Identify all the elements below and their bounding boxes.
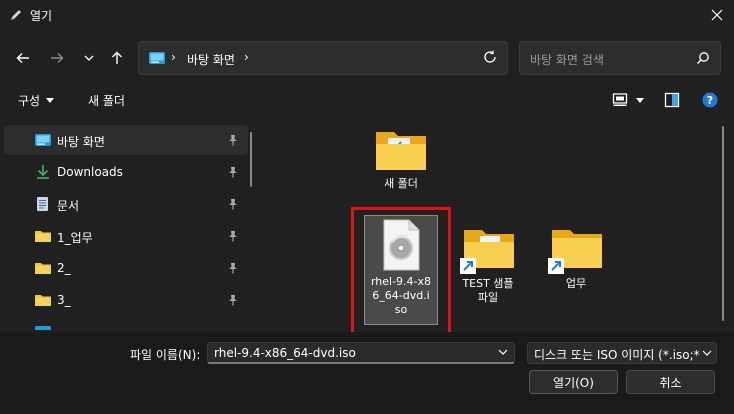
pin-icon[interactable] <box>228 230 238 242</box>
cancel-button[interactable]: 취소 <box>626 370 715 394</box>
file-label-line-2: 파일 <box>477 291 499 304</box>
search-icon[interactable] <box>696 51 710 65</box>
breadcrumb-separator[interactable]: › <box>244 50 249 64</box>
sidebar-item-partial[interactable] <box>4 317 248 330</box>
filename-input[interactable]: rhel-9.4-x86_64-dvd.iso <box>207 342 515 364</box>
sidebar-item-label: 3_ <box>57 293 71 307</box>
pin-icon[interactable] <box>228 262 238 274</box>
new-folder-button[interactable]: 새 폴더 <box>88 92 125 109</box>
desktop-icon <box>35 134 51 146</box>
sidebar-item-label: 바탕 화면 <box>57 135 105 149</box>
desktop-icon <box>149 52 165 64</box>
sidebar-item-work-folder[interactable]: 1_업무 <box>4 221 248 251</box>
organize-button[interactable]: 구성 <box>18 92 55 109</box>
close-button[interactable] <box>700 0 734 30</box>
desktop-icon <box>35 326 51 330</box>
title-bar: 열기 <box>0 0 734 30</box>
search-placeholder: 바탕 화면 검색 <box>530 53 604 67</box>
sidebar-item-documents[interactable]: 문서 <box>4 189 248 219</box>
forward-button[interactable] <box>46 46 68 70</box>
filename-value: rhel-9.4-x86_64-dvd.iso <box>214 346 356 360</box>
pin-icon[interactable] <box>228 166 238 178</box>
close-icon <box>711 9 723 21</box>
command-bar: 구성 새 폴더 ? <box>0 86 734 116</box>
pin-icon[interactable] <box>228 134 238 146</box>
chevron-down-icon <box>702 347 712 359</box>
search-box[interactable]: 바탕 화면 검색 <box>519 41 721 75</box>
preview-pane-icon[interactable] <box>664 92 680 108</box>
arrow-right-icon <box>51 53 64 63</box>
pen-icon <box>11 10 21 20</box>
file-view-scrollbar[interactable] <box>722 126 724 321</box>
view-icon[interactable] <box>612 92 628 108</box>
address-bar[interactable]: › 바탕 화면 › <box>138 41 508 75</box>
sidebar-item-label: Downloads <box>57 165 123 179</box>
pin-icon[interactable] <box>228 198 238 210</box>
sidebar-item-label: 2_ <box>57 261 71 275</box>
sidebar-item-folder-2[interactable]: 2_ <box>4 253 248 283</box>
sidebar-item-label: 1_업무 <box>57 231 93 245</box>
up-button[interactable] <box>106 46 128 70</box>
bottom-panel: 파일 이름(N): rhel-9.4-x86_64-dvd.iso 디스크 또는… <box>0 332 734 414</box>
folder-icon <box>35 295 51 306</box>
pin-icon[interactable] <box>228 294 238 306</box>
view-options-caret-icon[interactable] <box>636 98 644 103</box>
recent-locations-button[interactable] <box>78 46 100 70</box>
breadcrumb-location[interactable]: 바탕 화면 <box>187 51 235 68</box>
filename-label: 파일 이름(N): <box>130 348 201 362</box>
caret-down-icon <box>46 98 55 103</box>
file-item-test-shortcut[interactable]: TEST 샘플 파일 <box>444 224 532 305</box>
open-button[interactable]: 열기(O) <box>529 370 618 394</box>
folder-icon <box>35 231 51 242</box>
file-label-line-1: TEST 샘플 <box>462 277 514 290</box>
sidebar-scrollbar[interactable] <box>250 132 252 187</box>
folder-icon <box>376 132 426 170</box>
arrow-left-icon <box>16 53 29 63</box>
back-button[interactable] <box>12 46 34 70</box>
sidebar-item-downloads[interactable]: Downloads <box>4 157 248 187</box>
folder-icon <box>35 263 51 274</box>
sidebar-item-desktop[interactable]: 바탕 화면 <box>4 125 248 155</box>
file-item-work-shortcut[interactable]: 업무 <box>532 224 620 291</box>
folder-shortcut-icon <box>548 230 602 274</box>
filetype-value: 디스크 또는 ISO 이미지 (*.iso;* <box>534 348 700 362</box>
refresh-icon[interactable] <box>483 50 497 64</box>
navigation-pane: 바탕 화면 Downloads 문서 1_업무 2_ 3_ <box>0 122 255 330</box>
svg-text:?: ? <box>707 94 713 107</box>
help-icon[interactable]: ? <box>702 92 718 108</box>
download-icon <box>37 165 49 179</box>
chevron-down-icon[interactable] <box>498 347 508 357</box>
file-view: 새 폴더 rhel-9.4-x8 6_64-dvd.i so TEST 샘플 파… <box>262 118 730 332</box>
navigation-bar: › 바탕 화면 › 바탕 화면 검색 <box>0 38 734 78</box>
file-item-new-folder[interactable]: 새 폴더 <box>357 126 445 191</box>
document-icon <box>37 197 48 211</box>
chevron-down-icon <box>84 55 94 61</box>
filetype-select[interactable]: 디스크 또는 ISO 이미지 (*.iso;* <box>527 342 717 364</box>
arrow-up-icon <box>112 51 122 64</box>
file-label: 새 폴더 <box>384 177 418 190</box>
organize-label: 구성 <box>18 94 41 108</box>
breadcrumb-separator[interactable]: › <box>171 50 176 64</box>
highlight-annotation <box>351 207 451 332</box>
sidebar-item-label: 문서 <box>57 199 80 213</box>
file-label: 업무 <box>565 277 587 290</box>
folder-shortcut-icon <box>460 230 514 274</box>
sidebar-item-folder-3[interactable]: 3_ <box>4 285 248 315</box>
window-title: 열기 <box>30 9 53 23</box>
